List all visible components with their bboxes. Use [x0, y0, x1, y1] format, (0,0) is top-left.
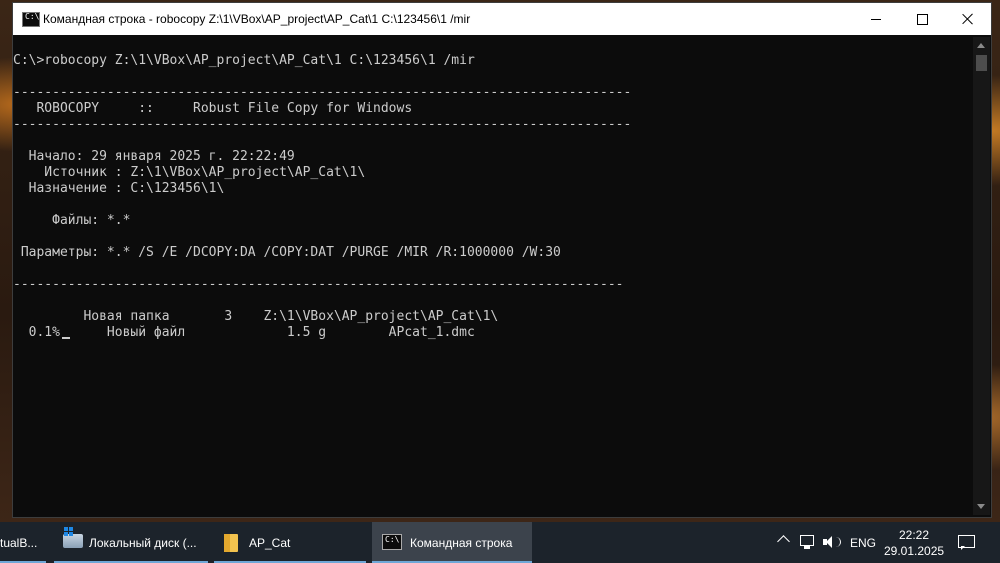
- cmd-icon-text: C:\: [25, 12, 40, 21]
- maximize-button[interactable]: [899, 3, 945, 35]
- folder-icon: [224, 534, 238, 552]
- console-line: Файлы: *.*: [13, 213, 131, 228]
- scroll-thumb[interactable]: [976, 55, 987, 71]
- chevron-up-icon[interactable]: [777, 535, 790, 548]
- taskbar-item-local-disk[interactable]: Локальный диск (...: [54, 522, 208, 563]
- taskbar-item-cmd[interactable]: C:\ Командная строка: [372, 522, 532, 563]
- console-line: ----------------------------------------…: [13, 117, 632, 132]
- network-icon[interactable]: [800, 535, 814, 549]
- console-line: Назначение : C:\123456\1\: [13, 181, 225, 196]
- close-button[interactable]: [945, 3, 991, 35]
- taskbar-item-label: tualB...: [0, 535, 38, 550]
- console-line: Новая папка 3 Z:\1\VBox\AP_project\AP_Ca…: [13, 309, 499, 324]
- vertical-scrollbar[interactable]: [973, 37, 990, 515]
- volume-wave: [833, 537, 841, 547]
- console-line: ----------------------------------------…: [13, 277, 624, 292]
- title-bar[interactable]: C:\ Командная строка - robocopy Z:\1\VBo…: [13, 3, 991, 35]
- scroll-up-arrow-icon[interactable]: [977, 43, 985, 48]
- disk-icon: [63, 527, 83, 548]
- taskbar-item-ap-cat[interactable]: AP_Cat: [214, 522, 366, 563]
- taskbar-item-label: AP_Cat: [249, 535, 291, 550]
- console-line: ----------------------------------------…: [13, 85, 632, 100]
- console-line: Параметры: *.* /S /E /DCOPY:DA /COPY:DAT…: [13, 245, 561, 260]
- taskbar-item-virtualbox[interactable]: tualB...: [0, 522, 46, 563]
- cmd-icon: C:\: [382, 534, 402, 550]
- cmd-icon-text: C:\: [385, 535, 400, 544]
- console-line: Источник : Z:\1\VBox\AP_project\AP_Cat\1…: [13, 165, 366, 180]
- minimize-button[interactable]: [853, 3, 899, 35]
- console-line: C:\>robocopy Z:\1\VBox\AP_project\AP_Cat…: [13, 53, 475, 68]
- console-line: ROBOCOPY :: Robust File Copy for Windows: [13, 101, 413, 116]
- text-cursor: [62, 337, 70, 339]
- minimize-icon: [871, 18, 881, 20]
- cmd-icon: C:\: [22, 12, 40, 27]
- volume-icon[interactable]: [823, 535, 841, 549]
- language-indicator[interactable]: ENG: [850, 536, 876, 550]
- maximize-icon: [916, 13, 928, 25]
- close-icon: [962, 13, 974, 25]
- window-title: Командная строка - robocopy Z:\1\VBox\AP…: [43, 12, 471, 26]
- console-output[interactable]: C:\>robocopy Z:\1\VBox\AP_project\AP_Cat…: [13, 37, 973, 515]
- notification-icon[interactable]: [958, 535, 975, 550]
- console-line: Начало: 29 января 2025 г. 22:22:49: [13, 149, 295, 164]
- console-line: 0.1% Новый файл 1.5 g APcat_1.dmc: [13, 325, 475, 340]
- clock-time: 22:22: [898, 528, 930, 542]
- taskbar-item-label: Локальный диск (...: [89, 535, 197, 550]
- clock[interactable]: 22:22 29.01.2025: [884, 527, 944, 559]
- taskbar-item-label: Командная строка: [410, 535, 513, 550]
- scroll-down-arrow-icon[interactable]: [977, 504, 985, 509]
- taskbar: tualB... Локальный диск (... AP_Cat C:\ …: [0, 522, 1000, 563]
- console-window[interactable]: C:\ Командная строка - robocopy Z:\1\VBo…: [12, 2, 992, 518]
- clock-date: 29.01.2025: [884, 544, 945, 558]
